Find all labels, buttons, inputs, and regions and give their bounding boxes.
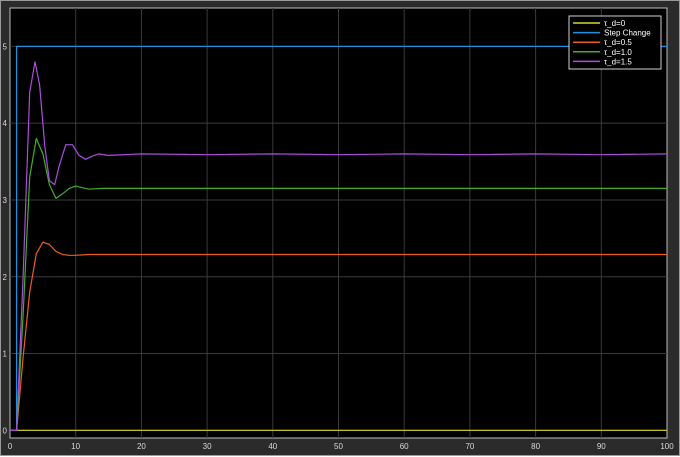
legend: τ_d=0Step Changeτ_d=0.5τ_d=1.0τ_d=1.5 [568, 15, 662, 70]
x-tick-label: 40 [268, 442, 277, 451]
legend-label: τ_d=0 [604, 19, 626, 28]
x-tick-label: 20 [137, 442, 146, 451]
legend-label: τ_d=0.5 [604, 38, 632, 47]
legend-label: Step Change [604, 29, 651, 38]
x-tick-label: 80 [531, 442, 540, 451]
x-tick-label: 100 [660, 442, 674, 451]
y-tick-label: 2 [3, 273, 8, 282]
line-chart: 0 10 20 30 40 50 60 70 80 90 100 0 1 2 3 4 5 τ_d=0Step C… [3, 7, 674, 451]
legend-label: τ_d=1.5 [604, 57, 632, 66]
x-tick-label: 60 [400, 442, 409, 451]
y-tick-label: 4 [3, 119, 8, 128]
y-tick-label: 0 [3, 426, 8, 435]
y-tick-label: 1 [3, 350, 8, 359]
y-tick-label: 3 [3, 196, 8, 205]
x-tick-label: 30 [203, 442, 212, 451]
y-tick-label: 5 [3, 42, 8, 51]
scope-window: 0 10 20 30 40 50 60 70 80 90 100 0 1 2 3 4 5 τ_d=0 Step C… [0, 0, 680, 456]
x-tick-label: 70 [465, 442, 474, 451]
x-tick-label: 10 [71, 442, 80, 451]
x-tick-label: 90 [597, 442, 606, 451]
x-tick-label: 0 [8, 442, 13, 451]
legend-label: τ_d=1.0 [604, 48, 632, 57]
x-tick-label: 50 [334, 442, 343, 451]
